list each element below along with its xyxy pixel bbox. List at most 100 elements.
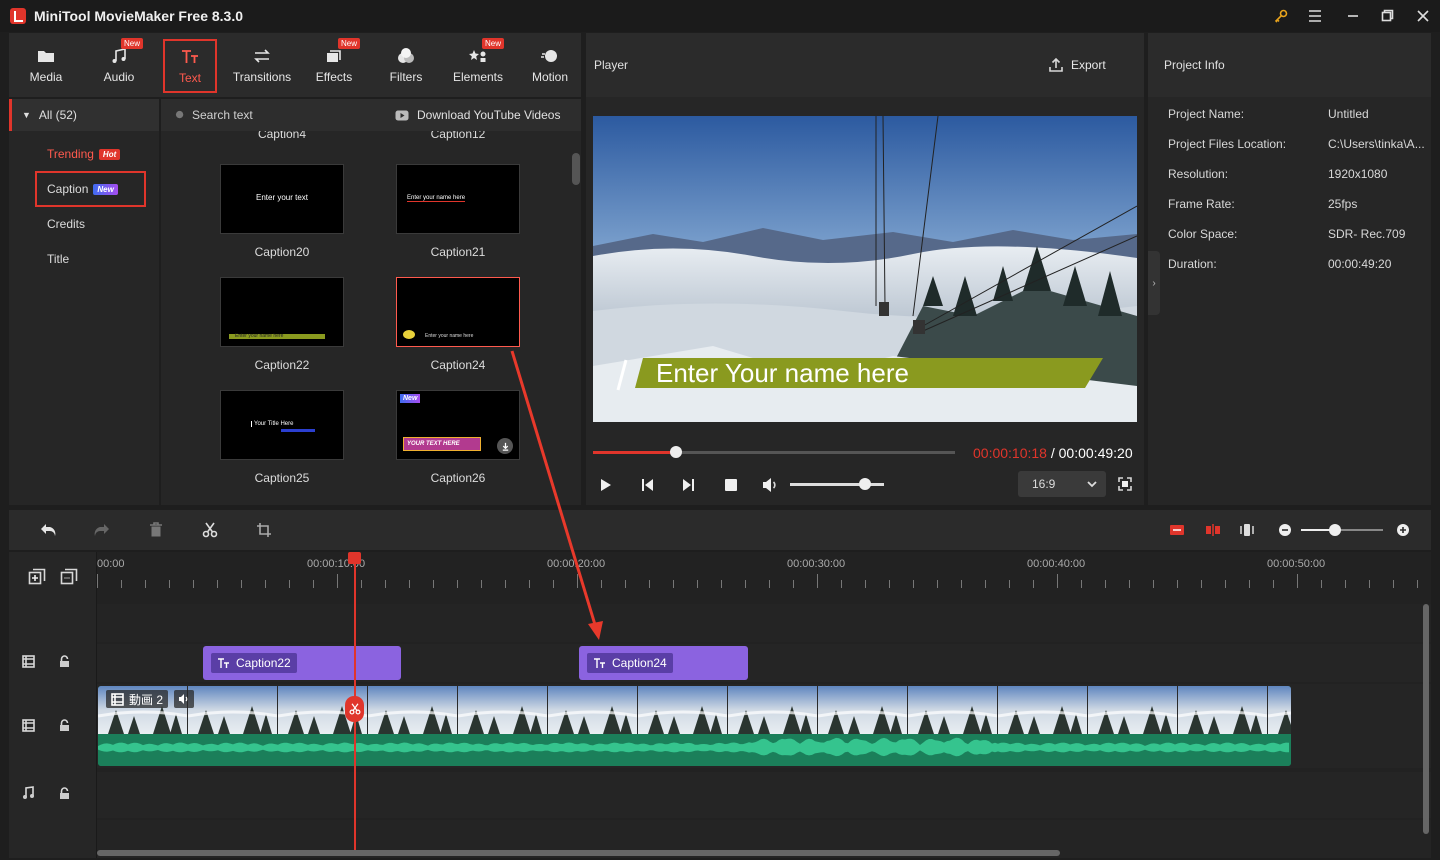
caption24-thumbnail[interactable]: Enter your name here (396, 277, 520, 347)
ruler-label: 00:00:20:00 (547, 558, 606, 570)
clip-tag: Caption24 (587, 653, 673, 673)
category-all[interactable]: ▼ All (52) (9, 99, 159, 131)
info-row-project-name: Project Name: Untitled (1168, 104, 1369, 124)
maximize-icon[interactable] (1370, 0, 1404, 32)
volume-slider[interactable] (790, 478, 884, 490)
crop-icon[interactable] (254, 520, 274, 540)
tab-effects[interactable]: New Effects (300, 33, 368, 97)
caption26-thumbnail[interactable]: New YOUR TEXT HERE (396, 390, 520, 460)
video-preview[interactable]: Enter Your name here (593, 116, 1137, 422)
timeline-zoom-slider[interactable] (1301, 524, 1383, 536)
video-track-header (9, 708, 97, 744)
caption21-thumbnail[interactable]: Enter your name here (396, 164, 520, 234)
close-icon[interactable] (1406, 0, 1440, 32)
tab-audio[interactable]: New Audio (85, 33, 153, 97)
audio-track[interactable] (97, 772, 1431, 818)
ruler-label: 00:00:50:00 (1267, 558, 1326, 570)
playback-progress-handle[interactable] (670, 446, 683, 458)
info-row-duration: Duration: 00:00:49:20 (1168, 254, 1391, 274)
tab-motion[interactable]: Motion (516, 33, 584, 97)
aspect-ratio-select[interactable]: 16:9 (1018, 471, 1106, 497)
category-caption[interactable]: Caption New (47, 172, 118, 206)
add-track-icon[interactable] (28, 568, 46, 589)
info-value: SDR- Rec.709 (1328, 227, 1406, 241)
hot-badge: Hot (98, 148, 121, 160)
export-button[interactable]: Export (1048, 53, 1106, 77)
category-caption-label: Caption (47, 182, 89, 196)
video-filmstrip (98, 686, 1291, 734)
text-track[interactable]: Caption22 Caption24 (97, 644, 1431, 682)
collapse-panel-button[interactable]: › (1148, 251, 1160, 315)
text-library: Search text Download YouTube Videos Capt… (161, 99, 581, 505)
tab-text[interactable]: Text (163, 39, 217, 93)
timeline-vertical-scrollbar[interactable] (1423, 604, 1429, 834)
tab-transitions[interactable]: Transitions (228, 33, 296, 97)
tab-media-label: Media (29, 69, 63, 84)
fit-to-timeline-icon[interactable] (1167, 520, 1187, 540)
player-header: Player Export (586, 33, 1144, 97)
minimize-icon[interactable] (1336, 0, 1370, 32)
thumb-label: Caption24 (430, 358, 486, 372)
music-note-icon (22, 786, 35, 803)
category-trending[interactable]: Trending Hot (47, 137, 121, 171)
search-field[interactable]: Search text (175, 99, 253, 131)
clip-tag: Caption22 (211, 653, 297, 673)
split-marker-icon[interactable] (345, 696, 364, 722)
tab-elements[interactable]: New Elements (444, 33, 512, 97)
caption22-thumbnail[interactable]: Enter your name here (220, 277, 344, 347)
timeline-toolbar (9, 510, 1431, 550)
zoom-out-icon[interactable] (1275, 520, 1295, 540)
key-icon[interactable] (1264, 0, 1298, 32)
project-info-header: Project Info (1148, 33, 1431, 97)
chevron-right-icon: › (1152, 277, 1156, 289)
menu-icon[interactable] (1298, 0, 1332, 32)
text-clip-caption22[interactable]: Caption22 (203, 646, 401, 680)
caption20-thumbnail[interactable]: Enter your text (220, 164, 344, 234)
playhead[interactable] (345, 552, 364, 850)
stop-icon[interactable] (723, 477, 739, 493)
text-icon (593, 657, 606, 669)
video-track[interactable]: 動画 2 (97, 684, 1431, 768)
empty-track[interactable] (97, 604, 1431, 642)
download-youtube-button[interactable]: Download YouTube Videos (395, 99, 560, 131)
ruler-label: 00:00 (97, 558, 125, 570)
new-badge: New (482, 38, 505, 49)
thumb-preview-text: Enter your name here (407, 195, 466, 202)
folder-icon (36, 47, 56, 65)
caption25-thumbnail[interactable]: Your Title Here (220, 390, 344, 460)
category-title[interactable]: Title (47, 242, 69, 276)
thumb-label: Caption26 (430, 471, 486, 485)
redo-icon[interactable] (92, 520, 112, 540)
download-icon[interactable] (497, 438, 513, 454)
timeline-horizontal-scrollbar[interactable] (97, 850, 1060, 856)
text-icon (217, 657, 230, 669)
undo-icon[interactable] (38, 520, 58, 540)
speaker-icon[interactable] (174, 690, 194, 708)
remove-track-icon[interactable] (60, 568, 78, 589)
tab-media[interactable]: Media (12, 33, 80, 97)
new-badge: New (93, 183, 118, 195)
split-scissors-icon[interactable] (200, 520, 220, 540)
track-height-icon[interactable] (1237, 520, 1257, 540)
volume-handle[interactable] (859, 478, 872, 490)
video-clip[interactable]: 動画 2 (98, 686, 1291, 766)
effects-icon (324, 47, 344, 65)
zoom-to-fit-icon[interactable] (1203, 520, 1223, 540)
lock-icon[interactable] (59, 787, 70, 803)
previous-frame-icon[interactable] (640, 477, 656, 493)
next-frame-icon[interactable] (680, 477, 696, 493)
delete-icon[interactable] (146, 520, 166, 540)
tab-filters[interactable]: Filters (372, 33, 440, 97)
play-icon[interactable] (598, 477, 614, 493)
volume-icon[interactable] (761, 476, 779, 494)
zoom-slider-handle[interactable] (1329, 524, 1342, 536)
text-clip-caption24[interactable]: Caption24 (579, 646, 748, 680)
timeline-ruler[interactable]: 00:00 00:00:10:00 00:00:20:00 00:00:30:0… (97, 552, 1431, 602)
library-scrollbar[interactable] (572, 153, 580, 185)
playback-progress-track[interactable] (593, 446, 955, 458)
category-credits[interactable]: Credits (47, 207, 85, 241)
lock-icon[interactable] (59, 719, 70, 735)
fullscreen-icon[interactable] (1117, 476, 1133, 492)
lock-icon[interactable] (59, 655, 70, 671)
zoom-in-icon[interactable] (1393, 520, 1413, 540)
